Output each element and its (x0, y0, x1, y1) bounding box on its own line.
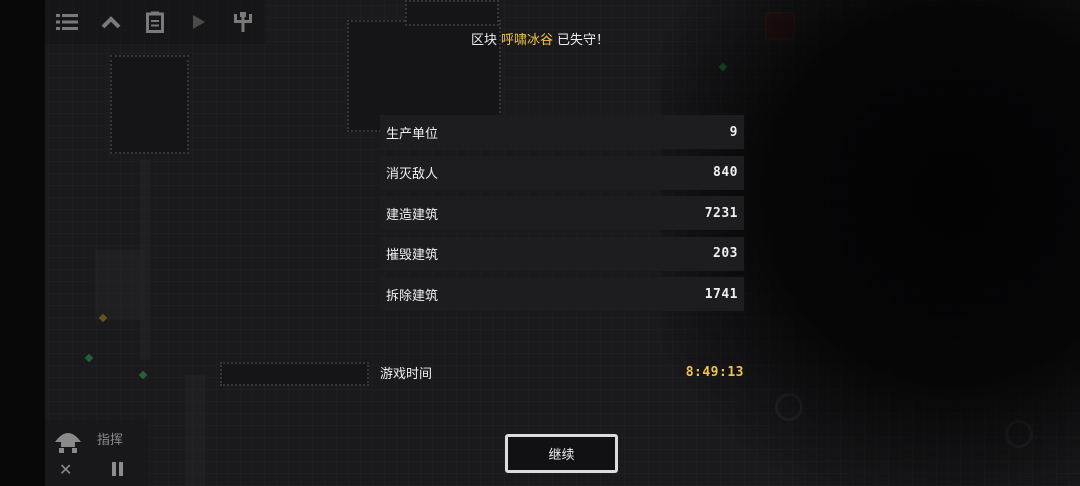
stat-label: 生产单位 (386, 126, 439, 142)
close-icon[interactable]: ✕ (59, 460, 72, 479)
stat-label: 摧毁建筑 (386, 248, 439, 263)
command-label: 指挥 (97, 433, 124, 448)
stat-value: 7231 (704, 205, 738, 221)
stat-label: 拆除建筑 (386, 288, 439, 304)
sector-lost-message: 区块 呼啸冰谷 已失守！ (0, 29, 1080, 48)
continue-button[interactable]: 继续 (505, 434, 618, 473)
stat-label: 建造建筑 (386, 207, 439, 223)
stat-row-buildings-destroyed: 摧毁建筑 203 (380, 236, 744, 271)
playtime-label: 游戏时间 (380, 366, 433, 382)
pause-icon[interactable] (111, 462, 125, 476)
playtime-value: 8:49:13 (685, 364, 744, 380)
sector-name: 呼啸冰谷 (500, 33, 553, 48)
command-panel: 指挥 ✕ (45, 420, 148, 486)
stat-row-buildings-built: 建造建筑 7231 (380, 196, 744, 230)
stat-row-enemies-destroyed: 消灭敌人 840 (380, 155, 744, 190)
stat-value: 1741 (704, 286, 738, 302)
playtime-row: 游戏时间 8:49:13 (380, 362, 744, 382)
header-suffix: 已失守！ (557, 33, 610, 48)
stat-row-buildings-deconstructed: 拆除建筑 1741 (380, 277, 744, 311)
stat-label: 消灭敌人 (386, 167, 439, 182)
mushroom-unit-icon[interactable] (53, 428, 83, 458)
stat-value: 9 (729, 124, 738, 140)
stat-value: 203 (713, 246, 738, 261)
stat-value: 840 (713, 165, 738, 180)
stat-row-units-produced: 生产单位 9 (380, 115, 744, 149)
header-prefix: 区块 (470, 33, 497, 48)
stats-list: 生产单位 9 消灭敌人 840 建造建筑 7231 摧毁建筑 203 拆除建筑 … (380, 115, 744, 318)
